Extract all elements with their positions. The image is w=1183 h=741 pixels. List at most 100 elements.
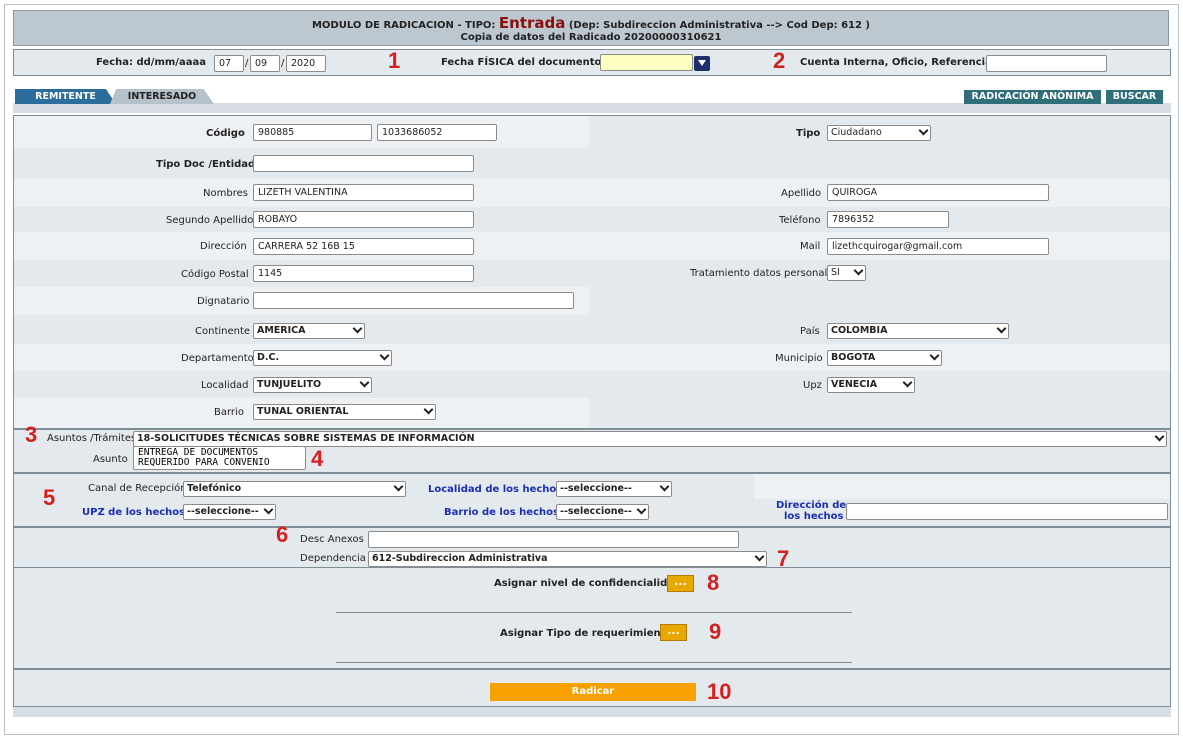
divider: [336, 662, 852, 663]
barrio-hechos-select[interactable]: --seleccione--: [556, 504, 649, 520]
chevron-down-icon: [359, 378, 370, 388]
fecha-fisica-label: Fecha FÍSICA del documento: [441, 57, 602, 68]
tipo-value: Ciudadano: [831, 127, 882, 138]
cuenta-input[interactable]: [986, 55, 1107, 72]
tab-interesado[interactable]: INTERESADO: [110, 89, 214, 104]
asuntos-tramites-select[interactable]: 18-SOLICITUDES TÉCNICAS SOBRE SISTEMAS D…: [133, 431, 1167, 447]
localidad-hechos-value: --seleccione--: [560, 483, 632, 494]
chevron-down-icon: [754, 552, 765, 562]
departamento-value: D.C.: [257, 352, 280, 363]
dignatario-input[interactable]: [253, 292, 574, 309]
chevron-down-icon: [929, 351, 940, 361]
radicar-button[interactable]: Radicar: [490, 683, 696, 701]
continente-label: Continente: [195, 326, 251, 337]
municipio-value: BOGOTA: [831, 352, 876, 363]
departamento-label: Departamento: [181, 353, 254, 364]
date-sep-2: /: [281, 58, 285, 69]
codigo-label: Código: [206, 128, 245, 139]
stripe: [754, 474, 1170, 499]
telefono-input[interactable]: [827, 211, 949, 228]
marker-3: 3: [25, 422, 38, 447]
asunto-label: Asunto: [93, 454, 128, 465]
dependencia-label: Dependencia: [300, 553, 366, 564]
dignatario-label: Dignatario: [197, 296, 250, 307]
tratamiento-value: SI: [831, 267, 840, 278]
requerimiento-label: Asignar Tipo de requerimiento:: [500, 628, 677, 639]
municipio-label: Municipio: [775, 353, 823, 364]
day-input[interactable]: [214, 55, 244, 72]
tab-remitente[interactable]: REMITENTE: [15, 89, 116, 104]
marker-9: 9: [709, 619, 722, 644]
chevron-down-icon: [393, 482, 404, 492]
chevron-down-icon: [352, 324, 363, 334]
asuntos-tramites-label: Asuntos /Trámites: [47, 433, 137, 444]
dependencia-value: 612-Subdireccion Administrativa: [372, 553, 548, 564]
marker-1: 1: [388, 48, 401, 73]
upz-hechos-select[interactable]: --seleccione--: [183, 504, 276, 520]
header-prefix: MODULO DE RADICACION - TIPO:: [311, 20, 496, 31]
continente-value: AMERICA: [257, 325, 306, 336]
chevron-down-icon: [996, 324, 1007, 334]
tipo-doc-input[interactable]: [253, 155, 474, 172]
direccion-hechos-label-1: Dirección de: [776, 500, 847, 511]
desc-anexos-input[interactable]: [368, 531, 739, 548]
footer-strip: [13, 707, 1171, 717]
localidad-hechos-select[interactable]: --seleccione--: [556, 481, 672, 497]
municipio-select[interactable]: BOGOTA: [827, 350, 942, 366]
barrio-value: TUNAL ORIENTAL: [257, 406, 349, 417]
fecha-fisica-input[interactable]: [600, 54, 693, 71]
barrio-hechos-label: Barrio de los hechos: [444, 507, 559, 518]
chevron-down-icon: [902, 378, 913, 388]
upz-label: Upz: [803, 380, 822, 391]
departamento-select[interactable]: D.C.: [253, 350, 392, 366]
direccion-hechos-label-2: los hechos: [784, 511, 844, 522]
chevron-down-icon: [659, 482, 670, 492]
apellido-input[interactable]: [827, 184, 1049, 201]
codigo-postal-input[interactable]: [253, 265, 474, 282]
header-tipo: Entrada: [498, 14, 566, 32]
direccion-hechos-input[interactable]: [846, 503, 1168, 520]
direccion-input[interactable]: [253, 238, 474, 255]
mail-input[interactable]: [827, 238, 1049, 255]
calendar-dropdown-icon[interactable]: [694, 56, 710, 71]
divider: [336, 612, 852, 613]
confidencialidad-button[interactable]: ...: [667, 575, 694, 592]
nombres-input[interactable]: [253, 184, 474, 201]
tipo-doc-label: Tipo Doc /Entidad: [156, 159, 256, 170]
month-input[interactable]: [250, 55, 280, 72]
upz-value: VENECIA: [831, 379, 878, 390]
segundo-apellido-label: Segundo Apellido: [166, 215, 254, 226]
marker-6: 6: [276, 522, 289, 547]
codigo-postal-label: Código Postal: [181, 269, 249, 280]
marker-4: 4: [311, 446, 324, 471]
chevron-down-icon: [423, 405, 434, 415]
pais-select[interactable]: COLOMBIA: [827, 323, 1009, 339]
canal-recepcion-select[interactable]: Telefónico: [183, 481, 406, 497]
segundo-apellido-input[interactable]: [253, 211, 474, 228]
upz-select[interactable]: VENECIA: [827, 377, 915, 393]
dependencia-select[interactable]: 612-Subdireccion Administrativa: [368, 551, 767, 567]
chevron-down-icon: [263, 505, 274, 515]
continente-select[interactable]: AMERICA: [253, 323, 365, 339]
year-input[interactable]: [286, 55, 326, 72]
tab-strip: [13, 103, 1171, 113]
barrio-select[interactable]: TUNAL ORIENTAL: [253, 404, 436, 420]
header-suffix: (Dep: Subdireccion Administrativa --> Co…: [568, 20, 871, 31]
tratamiento-select[interactable]: SI: [827, 265, 866, 281]
codigo-input-1[interactable]: [253, 124, 372, 141]
tipo-label: Tipo: [796, 128, 821, 139]
radicacion-anonima-button[interactable]: RADICACIÓN ANÓNIMA: [964, 90, 1101, 104]
requerimiento-button[interactable]: ...: [660, 624, 687, 641]
asunto-textarea[interactable]: ENTREGA DE DOCUMENTOS REQUERIDO PARA CON…: [133, 446, 306, 470]
marker-5: 5: [43, 485, 56, 510]
localidad-select[interactable]: TUNJUELITO: [253, 377, 372, 393]
buscar-button[interactable]: BUSCAR: [1106, 90, 1163, 104]
canal-recepcion-value: Telefónico: [187, 483, 242, 494]
tipo-select[interactable]: Ciudadano: [827, 125, 931, 141]
marker-10: 10: [707, 679, 732, 704]
codigo-input-2[interactable]: [377, 124, 497, 141]
chevron-down-icon: [1154, 432, 1165, 442]
module-header: MODULO DE RADICACION - TIPO: Entrada (De…: [13, 10, 1169, 46]
chevron-down-icon: [918, 126, 929, 136]
barrio-label: Barrio: [214, 407, 244, 418]
